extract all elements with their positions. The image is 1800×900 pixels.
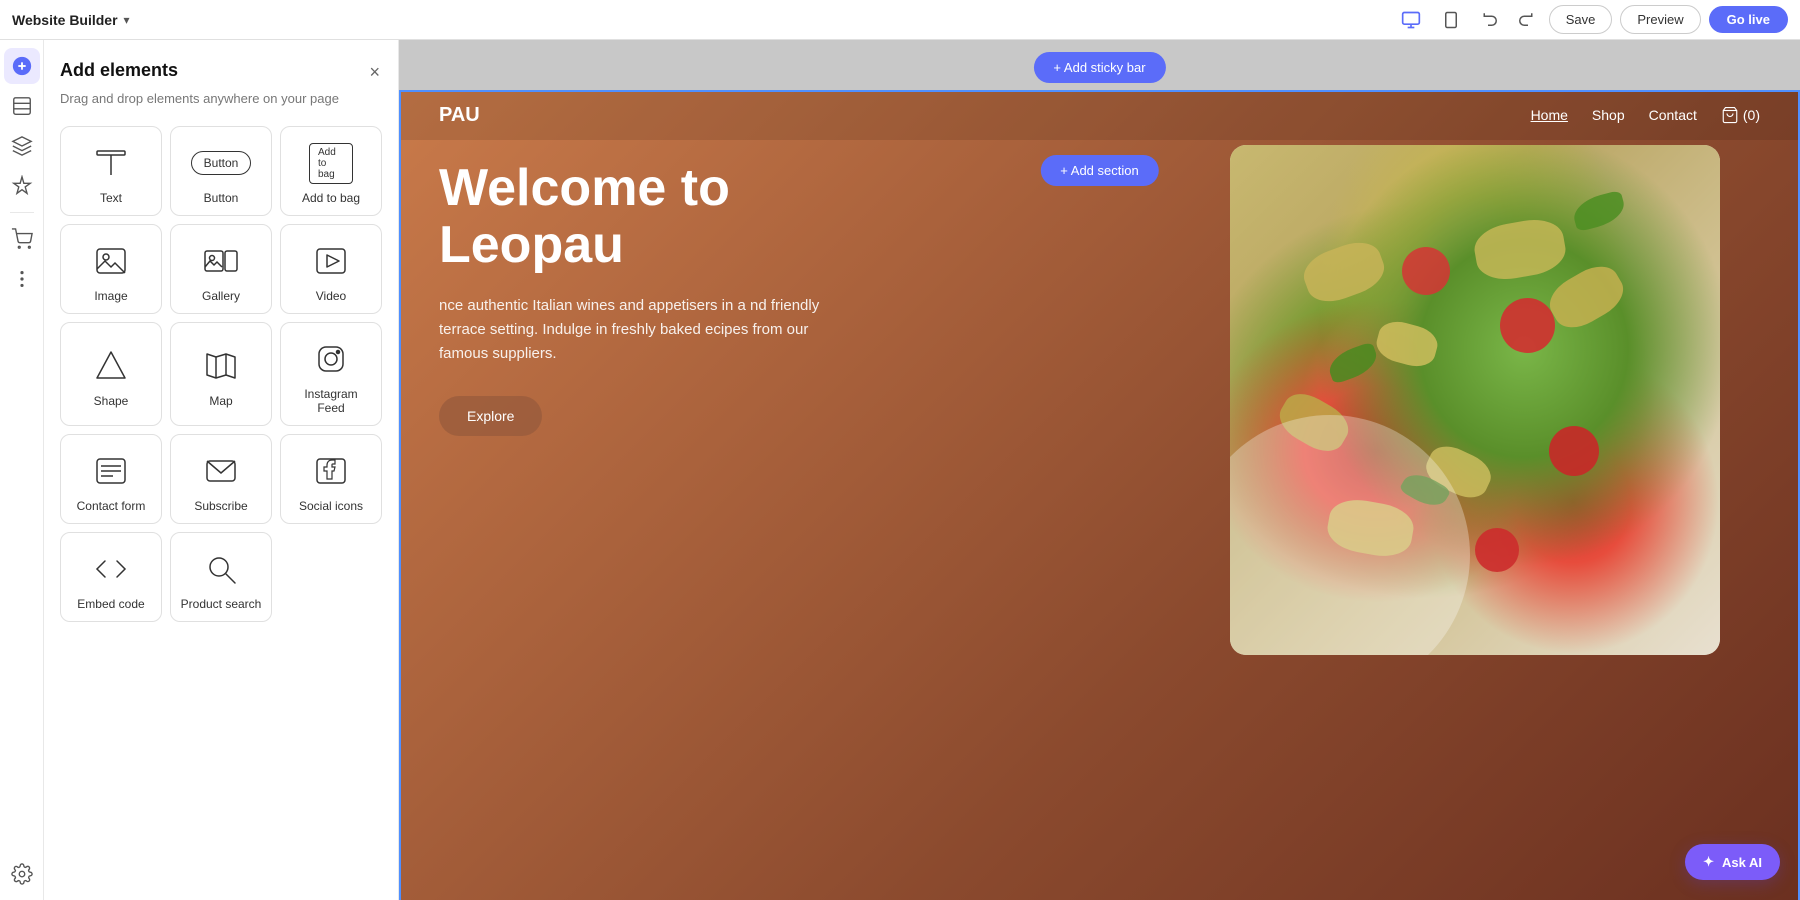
panel-subtitle: Drag and drop elements anywhere on your … [60,91,382,106]
nav-contact[interactable]: Contact [1649,107,1697,123]
sidebar-separator [10,212,34,213]
sidebar-item-add[interactable] [4,48,40,84]
addtobag-label: Add to bag [302,191,360,205]
video-label: Video [316,289,346,303]
food-image-inner [1230,145,1720,655]
map-icon [199,346,243,386]
hero-subtitle: nce authentic Italian wines and appetise… [439,294,859,366]
element-embed[interactable]: Embed code [60,532,162,622]
button-icon: Button [199,143,243,183]
add-elements-panel: Add elements × Drag and drop elements an… [44,40,399,900]
ask-ai-button[interactable]: ✦ Ask AI [1685,844,1780,880]
mobile-view-button[interactable] [1435,4,1467,36]
instagram-label: Instagram Feed [289,387,373,415]
sidebar-item-shop[interactable] [4,221,40,257]
topbar: Website Builder ▾ Save Preview Go live [0,0,1800,40]
panel-title: Add elements [60,60,178,81]
social-icon [309,451,353,491]
addtobag-icon: Add to bag [309,143,353,183]
social-label: Social icons [299,499,363,513]
desktop-view-button[interactable] [1395,4,1427,36]
elements-grid: Text Button Button Add to bag Add to bag [60,126,382,622]
go-live-button[interactable]: Go live [1709,6,1788,33]
nav-cart[interactable]: (0) [1721,106,1760,124]
image-icon [89,241,133,281]
cart-count: (0) [1743,107,1760,123]
sidebar-bottom [4,856,40,892]
sidebar-item-settings[interactable] [4,856,40,892]
search-label: Product search [181,597,262,611]
topbar-right: Save Preview Go live [1395,4,1788,36]
text-icon [89,143,133,183]
video-icon [309,241,353,281]
save-button[interactable]: Save [1549,5,1613,34]
button-preview: Button [191,151,252,175]
panel-close-button[interactable]: × [367,60,382,85]
nav-shop[interactable]: Shop [1592,107,1625,123]
hero-content: Welcome to Leopau nce authentic Italian … [439,160,859,436]
hero-title: Welcome to Leopau [439,160,859,274]
element-image[interactable]: Image [60,224,162,314]
canvas-area: + Add sticky bar + Add section PAU Home … [399,40,1800,900]
element-contactform[interactable]: Contact form [60,434,162,524]
site-nav: PAU Home Shop Contact (0) [399,90,1800,140]
brand-chevron: ▾ [124,13,130,27]
element-text[interactable]: Text [60,126,162,216]
nav-home[interactable]: Home [1531,107,1568,123]
element-gallery[interactable]: Gallery [170,224,272,314]
embed-icon [89,549,133,589]
button-label: Button [204,191,239,205]
element-subscribe[interactable]: Subscribe [170,434,272,524]
contactform-label: Contact form [77,499,146,513]
ask-ai-icon: ✦ [1703,854,1714,870]
undo-button[interactable] [1475,4,1507,36]
add-section-button[interactable]: + Add section [1040,155,1158,186]
element-instagram[interactable]: Instagram Feed [280,322,382,426]
sidebar-item-more[interactable] [4,261,40,297]
main-layout: Add elements × Drag and drop elements an… [0,40,1800,900]
selection-border-left [399,90,401,900]
text-label: Text [100,191,122,205]
embed-label: Embed code [77,597,144,611]
sidebar-icons [0,40,44,900]
topbar-left: Website Builder ▾ [12,12,130,28]
brand-label: Website Builder [12,12,118,28]
site-logo: PAU [439,104,480,127]
shape-icon [89,346,133,386]
add-sticky-bar-button[interactable]: + Add sticky bar [1033,52,1165,83]
panel-header: Add elements × [60,60,382,85]
element-search[interactable]: Product search [170,532,272,622]
hero-section: PAU Home Shop Contact (0) Welcome to Leo… [399,90,1800,900]
redo-button[interactable] [1509,4,1541,36]
image-label: Image [94,289,127,303]
element-social[interactable]: Social icons [280,434,382,524]
ask-ai-label: Ask AI [1722,855,1762,870]
addtobag-preview: Add to bag [309,143,353,184]
gallery-icon [199,241,243,281]
preview-button[interactable]: Preview [1620,5,1700,34]
element-button[interactable]: Button Button [170,126,272,216]
element-shape[interactable]: Shape [60,322,162,426]
shape-label: Shape [94,394,129,408]
subscribe-icon [199,451,243,491]
instagram-icon [309,339,353,379]
undo-redo-group [1475,4,1541,36]
gallery-label: Gallery [202,289,240,303]
element-addtobag[interactable]: Add to bag Add to bag [280,126,382,216]
map-label: Map [209,394,232,408]
sidebar-item-layers[interactable] [4,88,40,124]
food-image [1230,145,1720,655]
search-icon [199,549,243,589]
selection-border-top [399,90,1800,92]
site-nav-links: Home Shop Contact (0) [1531,106,1760,124]
contactform-icon [89,451,133,491]
sidebar-item-ai[interactable] [4,168,40,204]
hero-explore-button[interactable]: Explore [439,396,542,436]
element-map[interactable]: Map [170,322,272,426]
element-video[interactable]: Video [280,224,382,314]
subscribe-label: Subscribe [194,499,247,513]
sidebar-item-design[interactable] [4,128,40,164]
